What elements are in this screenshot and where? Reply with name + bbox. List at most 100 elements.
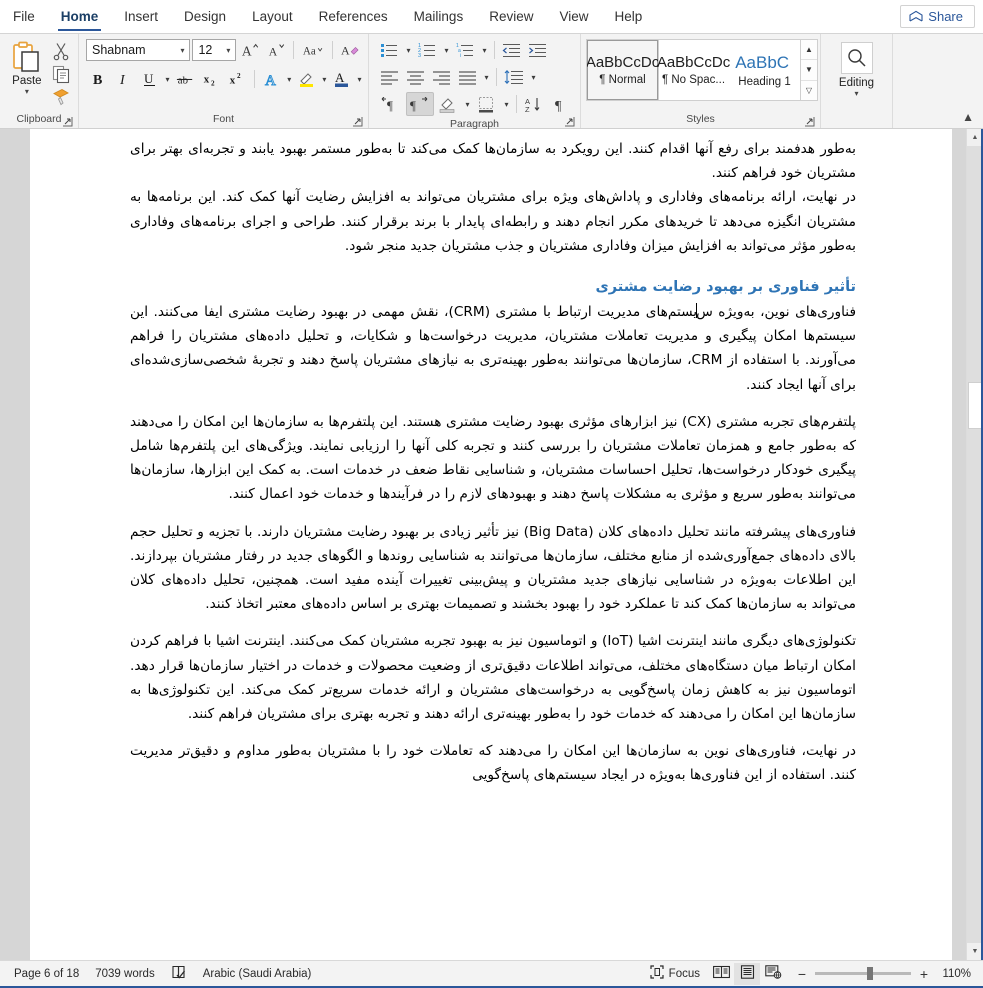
collapse-ribbon-icon[interactable]: ▲ xyxy=(962,110,974,124)
shading-chevron-down-icon[interactable]: ▾ xyxy=(462,100,473,109)
zoom-out-button[interactable]: − xyxy=(796,966,808,982)
copy-icon[interactable] xyxy=(51,64,71,84)
text-effects-chevron-down-icon[interactable]: ▾ xyxy=(286,75,293,84)
justify-button[interactable] xyxy=(455,65,480,89)
web-layout-button[interactable] xyxy=(760,963,786,985)
paragraph: در نهایت، فناوری‌های نوین به سازمان‌ها ا… xyxy=(130,743,856,784)
ribbon: Paste ▾ Clipboard Shabnam ▾ 12 ▾ A A Aa … xyxy=(0,33,983,130)
divider xyxy=(254,70,255,88)
group-label-styles: Styles xyxy=(686,113,715,125)
font-name-combo[interactable]: Shabnam ▾ xyxy=(86,39,191,61)
borders-button[interactable] xyxy=(474,92,500,116)
styles-dialog-launcher[interactable] xyxy=(804,116,815,127)
grow-font-button[interactable]: A xyxy=(238,38,262,62)
line-spacing-chevron-down-icon[interactable]: ▾ xyxy=(528,73,539,82)
chevron-down-icon[interactable]: ▾ xyxy=(25,88,29,96)
styles-gallery-scrollbar[interactable]: ▲ ▼ ▽ xyxy=(800,40,817,100)
tab-layout[interactable]: Layout xyxy=(239,0,306,33)
focus-mode-button[interactable]: Focus xyxy=(642,963,708,985)
line-spacing-button[interactable] xyxy=(501,65,527,89)
clear-formatting-button[interactable]: A xyxy=(338,38,363,62)
numbering-chevron-down-icon[interactable]: ▾ xyxy=(441,46,452,55)
read-mode-button[interactable] xyxy=(708,963,734,985)
paragraph-dialog-launcher[interactable] xyxy=(564,116,575,127)
bold-button[interactable]: B xyxy=(86,67,110,91)
highlight-chevron-down-icon[interactable]: ▾ xyxy=(321,75,328,84)
tab-file[interactable]: File xyxy=(0,0,48,33)
styles-more-icon[interactable]: ▽ xyxy=(801,79,817,100)
bullets-button[interactable] xyxy=(377,38,402,62)
align-left-button[interactable] xyxy=(377,65,402,89)
decrease-indent-button[interactable] xyxy=(499,38,524,62)
change-case-button[interactable]: Aa xyxy=(299,38,327,62)
tab-view[interactable]: View xyxy=(546,0,601,33)
format-painter-icon[interactable] xyxy=(51,87,71,107)
font-color-button[interactable]: A xyxy=(330,67,354,91)
tab-design[interactable]: Design xyxy=(171,0,239,33)
tab-home[interactable]: Home xyxy=(48,0,112,33)
section-heading: تأثیر فناوری بر بهبود رضایت مشتری xyxy=(595,279,856,296)
subscript-button[interactable]: x2 xyxy=(199,67,223,91)
underline-button[interactable]: U xyxy=(138,67,162,91)
zoom-slider-track[interactable] xyxy=(815,967,911,980)
tab-help[interactable]: Help xyxy=(602,0,656,33)
increase-indent-button[interactable] xyxy=(525,38,550,62)
word-count[interactable]: 7039 words xyxy=(87,963,162,985)
borders-chevron-down-icon[interactable]: ▾ xyxy=(501,100,512,109)
underline-chevron-down-icon[interactable]: ▾ xyxy=(164,75,171,84)
superscript-button[interactable]: x2 xyxy=(225,67,249,91)
styles-scroll-up-icon[interactable]: ▲ xyxy=(801,40,817,59)
tab-references[interactable]: References xyxy=(306,0,401,33)
text-effects-button[interactable]: A xyxy=(260,67,284,91)
group-label-editing xyxy=(821,112,892,128)
cut-icon[interactable] xyxy=(51,41,71,61)
font-dialog-launcher[interactable] xyxy=(352,116,363,127)
divider xyxy=(293,41,295,59)
tab-label: Design xyxy=(184,9,227,24)
show-formatting-marks-button[interactable]: ¶ xyxy=(548,92,572,116)
highlight-button[interactable] xyxy=(295,67,319,91)
style-name: ¶ No Spac... xyxy=(661,74,726,86)
multilevel-list-button[interactable]: 1ai xyxy=(453,38,478,62)
italic-button[interactable]: I xyxy=(112,67,136,91)
print-layout-button[interactable] xyxy=(734,962,760,985)
style-normal[interactable]: AaBbCcDc ¶ Normal xyxy=(586,39,659,101)
left-to-right-button[interactable]: ¶ xyxy=(377,92,405,116)
paragraph-spacing xyxy=(130,616,856,629)
sort-button[interactable]: AZ xyxy=(521,92,547,116)
styles-scroll-down-icon[interactable]: ▼ xyxy=(801,59,817,79)
chevron-down-icon[interactable]: ▾ xyxy=(854,90,858,98)
strikethrough-button[interactable]: ab xyxy=(173,67,197,91)
language-indicator[interactable]: Arabic (Saudi Arabia) xyxy=(195,963,320,985)
shrink-font-button[interactable]: A xyxy=(264,38,288,62)
editing-button[interactable]: Editing ▾ xyxy=(826,38,887,98)
font-size-combo[interactable]: 12 ▾ xyxy=(192,39,237,61)
page-indicator[interactable]: Page 6 of 18 xyxy=(6,963,87,985)
tab-insert[interactable]: Insert xyxy=(111,0,171,33)
style-heading-1[interactable]: AaBbC Heading 1 xyxy=(729,40,800,100)
share-button[interactable]: Share xyxy=(900,5,975,28)
tab-label: Review xyxy=(489,9,534,24)
multilevel-chevron-down-icon[interactable]: ▾ xyxy=(479,46,490,55)
right-to-left-button[interactable]: ¶ xyxy=(406,92,434,116)
tab-mailings[interactable]: Mailings xyxy=(401,0,477,33)
numbering-button[interactable]: 123 xyxy=(415,38,440,62)
zoom-level-label[interactable]: 110% xyxy=(937,968,971,980)
tab-review[interactable]: Review xyxy=(476,0,546,33)
align-right-button[interactable] xyxy=(429,65,454,89)
document-page[interactable]: به‌طور هدفمند برای رفع آنها اقدام کنند. … xyxy=(30,129,952,960)
zoom-slider-thumb[interactable] xyxy=(867,967,873,980)
shading-button[interactable] xyxy=(435,92,461,116)
clipboard-dialog-launcher[interactable] xyxy=(62,116,73,127)
paragraph-text-before-caret: فناوری‌های نوین، به‌ویژه س xyxy=(696,304,856,321)
tab-label: Layout xyxy=(252,9,293,24)
font-color-chevron-down-icon[interactable]: ▾ xyxy=(356,75,363,84)
scrollbar-thumb[interactable] xyxy=(968,382,982,429)
paste-button[interactable]: Paste ▾ xyxy=(5,38,49,96)
proofing-status[interactable] xyxy=(163,963,195,985)
bullets-chevron-down-icon[interactable]: ▾ xyxy=(403,46,414,55)
justify-chevron-down-icon[interactable]: ▾ xyxy=(481,73,492,82)
style-no-spacing[interactable]: AaBbCcDc ¶ No Spac... xyxy=(657,40,730,100)
zoom-in-button[interactable]: + xyxy=(918,966,930,982)
align-center-button[interactable] xyxy=(403,65,428,89)
